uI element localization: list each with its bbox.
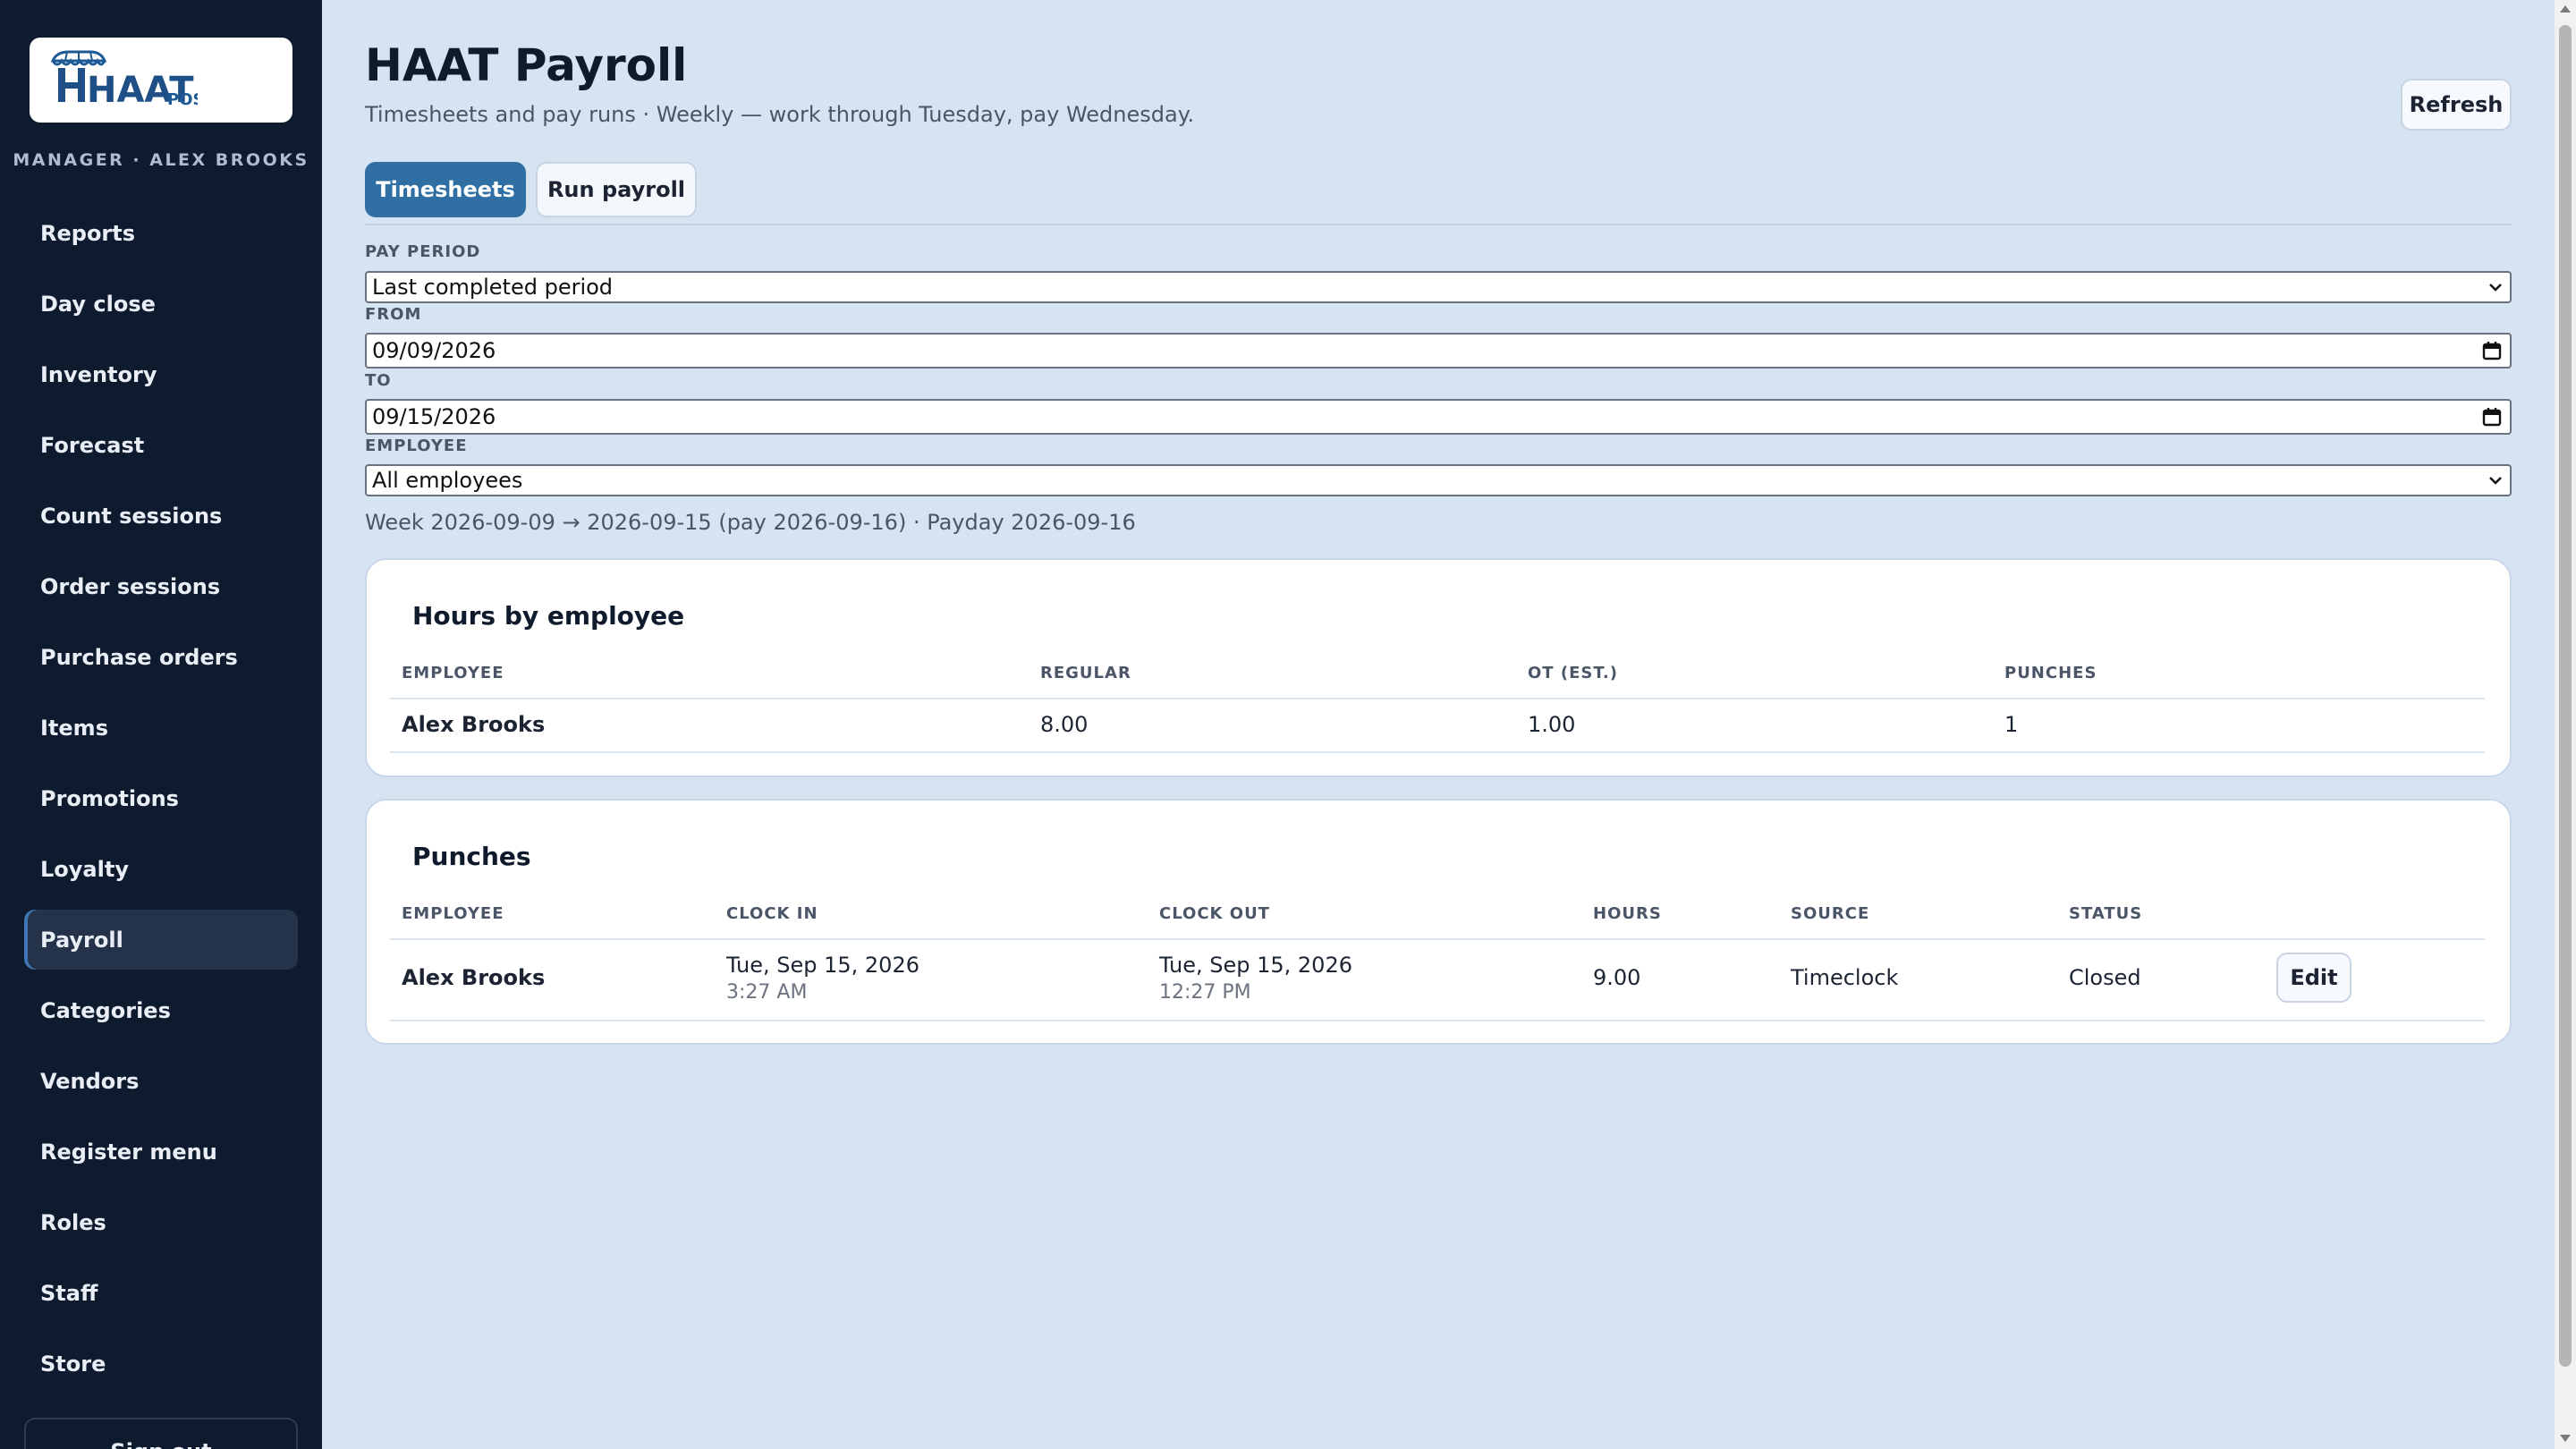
sidebar-item-count-sessions[interactable]: Count sessions bbox=[24, 486, 298, 546]
pay-period-select[interactable]: Last completed period bbox=[365, 271, 2512, 303]
table-divider bbox=[390, 751, 2485, 753]
regular-hours: 8.00 bbox=[1040, 712, 1089, 737]
sidebar-item-store[interactable]: Store bbox=[24, 1334, 298, 1394]
sidebar-item-promotions[interactable]: Promotions bbox=[24, 768, 298, 828]
col-employee: EMPLOYEE bbox=[402, 664, 504, 682]
col-ot-est: OT (EST.) bbox=[1528, 664, 1618, 682]
sidebar-item-roles[interactable]: Roles bbox=[24, 1192, 298, 1252]
sidebar-nav: Reports Day close Inventory Forecast Cou… bbox=[24, 203, 298, 1404]
chevron-down-icon bbox=[2489, 477, 2502, 485]
calendar-icon[interactable] bbox=[2481, 340, 2503, 361]
sidebar-item-items[interactable]: Items bbox=[24, 698, 298, 758]
sidebar-item-reports[interactable]: Reports bbox=[24, 203, 298, 263]
calendar-icon[interactable] bbox=[2481, 406, 2503, 428]
user-role-label: MANAGER · ALEX BROOKS bbox=[13, 150, 309, 170]
sidebar-item-loyalty[interactable]: Loyalty bbox=[24, 839, 298, 899]
sidebar-item-day-close[interactable]: Day close bbox=[24, 274, 298, 334]
store-awning-logo-icon: HAAT POS bbox=[50, 50, 198, 111]
sidebar-item-purchase-orders[interactable]: Purchase orders bbox=[24, 627, 298, 687]
tab-run-payroll[interactable]: Run payroll bbox=[536, 162, 697, 217]
to-date-value: 09/15/2026 bbox=[372, 404, 496, 429]
col-punches: PUNCHES bbox=[2004, 664, 2097, 682]
svg-text:POS: POS bbox=[167, 90, 198, 109]
to-date-input[interactable]: 09/15/2026 bbox=[365, 399, 2512, 435]
col-source: SOURCE bbox=[1791, 904, 1870, 923]
employee-value: All employees bbox=[372, 468, 523, 493]
sidebar-item-register-menu[interactable]: Register menu bbox=[24, 1122, 298, 1182]
from-date-value: 09/09/2026 bbox=[372, 338, 496, 363]
sidebar-item-inventory[interactable]: Inventory bbox=[24, 344, 298, 404]
page-subtitle: Timesheets and pay runs · Weekly — work … bbox=[365, 102, 1195, 127]
tab-timesheets[interactable]: Timesheets bbox=[365, 162, 526, 217]
punch-hours: 9.00 bbox=[1593, 965, 1641, 990]
scrollbar-thumb[interactable] bbox=[2559, 25, 2572, 1367]
clock-in-date: Tue, Sep 15, 2026 bbox=[726, 953, 919, 978]
sidebar-item-forecast[interactable]: Forecast bbox=[24, 415, 298, 475]
col-status: STATUS bbox=[2069, 904, 2143, 923]
scroll-down-arrow-icon[interactable] bbox=[2560, 1435, 2571, 1442]
ot-hours: 1.00 bbox=[1528, 712, 1576, 737]
page-title: HAAT Payroll bbox=[365, 39, 688, 91]
sidebar: HAAT POS MANAGER · ALEX BROOKS Reports D… bbox=[0, 0, 322, 1449]
tabs-divider bbox=[365, 224, 2512, 225]
table-divider bbox=[390, 698, 2485, 699]
clock-out-time: 12:27 PM bbox=[1159, 981, 1251, 1004]
edit-punch-button[interactable]: Edit bbox=[2276, 953, 2351, 1003]
from-date-input[interactable]: 09/09/2026 bbox=[365, 333, 2512, 369]
clock-in-time: 3:27 AM bbox=[726, 981, 808, 1004]
col-hours: HOURS bbox=[1593, 904, 1662, 923]
punch-count: 1 bbox=[2004, 712, 2019, 737]
pay-period-label: PAY PERIOD bbox=[365, 242, 481, 261]
punches-card: Punches EMPLOYEE CLOCK IN CLOCK OUT HOUR… bbox=[365, 799, 2512, 1045]
sign-out-button[interactable]: Sign out bbox=[24, 1418, 298, 1449]
col-regular: REGULAR bbox=[1040, 664, 1131, 682]
col-employee: EMPLOYEE bbox=[402, 904, 504, 923]
sidebar-item-categories[interactable]: Categories bbox=[24, 980, 298, 1040]
table-divider bbox=[390, 1020, 2485, 1021]
employee-name: Alex Brooks bbox=[402, 712, 546, 737]
week-summary: Week 2026-09-09 → 2026-09-15 (pay 2026-0… bbox=[365, 510, 1136, 535]
sidebar-item-staff[interactable]: Staff bbox=[24, 1263, 298, 1323]
haat-pos-logo[interactable]: HAAT POS bbox=[30, 38, 292, 123]
hours-by-employee-card: Hours by employee EMPLOYEE REGULAR OT (E… bbox=[365, 558, 2512, 777]
col-clock-out: CLOCK OUT bbox=[1159, 904, 1270, 923]
chevron-down-icon bbox=[2489, 284, 2502, 292]
punches-title: Punches bbox=[412, 842, 531, 871]
punch-source: Timeclock bbox=[1791, 965, 1899, 990]
pay-period-value: Last completed period bbox=[372, 275, 614, 300]
employee-name: Alex Brooks bbox=[402, 965, 546, 990]
employee-label: EMPLOYEE bbox=[365, 436, 468, 455]
clock-out-date: Tue, Sep 15, 2026 bbox=[1159, 953, 1352, 978]
table-divider bbox=[390, 938, 2485, 940]
sidebar-item-order-sessions[interactable]: Order sessions bbox=[24, 556, 298, 616]
from-label: FROM bbox=[365, 305, 422, 324]
col-clock-in: CLOCK IN bbox=[726, 904, 818, 923]
hours-by-employee-title: Hours by employee bbox=[412, 601, 685, 631]
sidebar-item-payroll[interactable]: Payroll bbox=[24, 910, 298, 970]
to-label: TO bbox=[365, 371, 392, 390]
punch-status: Closed bbox=[2069, 965, 2141, 990]
employee-select[interactable]: All employees bbox=[365, 464, 2512, 496]
page-scrollbar[interactable] bbox=[2555, 0, 2576, 1449]
sidebar-item-vendors[interactable]: Vendors bbox=[24, 1051, 298, 1111]
scroll-up-arrow-icon[interactable] bbox=[2560, 5, 2571, 13]
refresh-button[interactable]: Refresh bbox=[2401, 79, 2512, 131]
